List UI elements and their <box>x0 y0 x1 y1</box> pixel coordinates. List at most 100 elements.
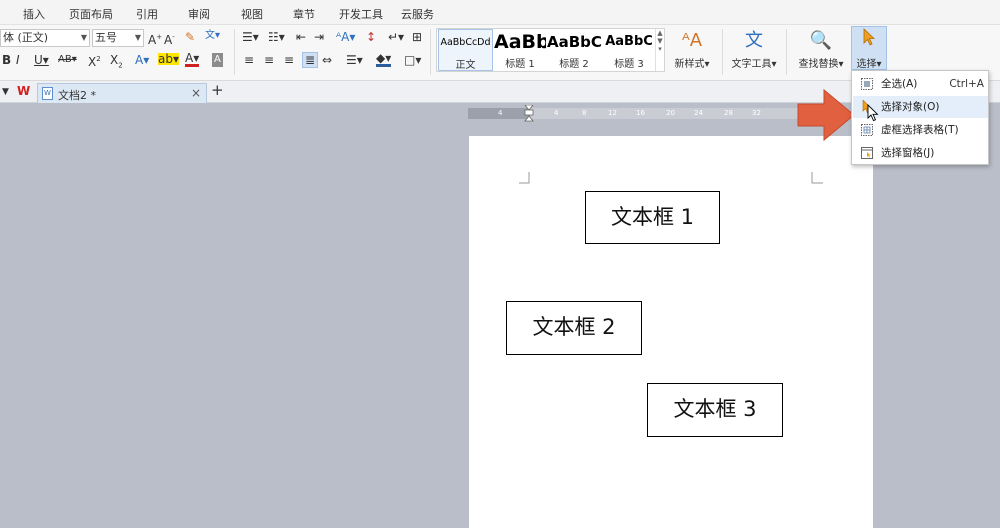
italic-icon[interactable]: I <box>16 53 20 67</box>
table-grid-icon[interactable]: ⊞ <box>412 30 422 44</box>
text-box-1-text: 文本框 1 <box>610 205 695 229</box>
style-heading-3[interactable]: AaBbC 标题 3 <box>602 29 656 71</box>
new-style-button[interactable]: ᴬA 新样式▾ <box>668 27 716 70</box>
style-label: 标题 1 <box>505 59 535 70</box>
tab-view[interactable]: 视图 <box>241 6 263 22</box>
ruler-tick: 4 <box>498 109 503 117</box>
font-size-value: 五号 <box>95 31 117 44</box>
subscript-icon[interactable]: X2 <box>110 53 123 72</box>
separator <box>786 29 787 75</box>
select-all-icon <box>861 78 873 90</box>
menu-item-shortcut: Ctrl+A <box>949 78 984 90</box>
border-icon[interactable]: □▾ <box>404 53 421 67</box>
ruler-tick: 8 <box>582 109 587 117</box>
wps-logo-icon[interactable]: W <box>17 84 30 98</box>
margin-corner-mark <box>519 172 530 184</box>
ruler-tick: 4 <box>554 109 559 117</box>
style-gallery-scroll[interactable]: ▲ ▼ ▾ <box>655 29 664 71</box>
underline-icon[interactable]: U▾ <box>34 53 49 67</box>
strikethrough-icon[interactable]: AB▾ <box>58 53 77 67</box>
numbered-list-icon[interactable]: ☷▾ <box>268 30 285 44</box>
close-icon[interactable]: × <box>191 86 201 100</box>
style-heading-1[interactable]: AaBb 标题 1 <box>494 29 546 71</box>
menu-item-label: 选择窗格(J) <box>881 147 935 159</box>
tab-cloud-service[interactable]: 云服务 <box>401 6 434 22</box>
select-label: 选择 <box>856 59 877 70</box>
style-gallery: AaBbCcDd 正文 AaBb 标题 1 AaBbC 标题 2 AaBbC 标… <box>436 28 665 72</box>
chinese-layout-icon[interactable]: ᴬA▾ <box>336 30 355 44</box>
sort-icon[interactable]: ↕ <box>366 30 376 44</box>
document-page[interactable]: 文本框 1 文本框 2 文本框 3 <box>469 136 873 528</box>
text-effect-icon[interactable]: A▾ <box>135 53 149 67</box>
tab-developer[interactable]: 开发工具 <box>339 6 383 22</box>
tab-insert[interactable]: 插入 <box>23 6 45 22</box>
menu-item-select-all[interactable]: 全选(A) Ctrl+A <box>853 73 988 95</box>
text-box-2[interactable]: 文本框 2 <box>506 301 642 355</box>
menu-item-selection-pane[interactable]: 选择窗格(J) <box>853 142 988 164</box>
superscript-icon[interactable]: X2 <box>88 52 101 69</box>
justify-icon[interactable]: ≣ <box>302 52 319 68</box>
tab-references[interactable]: 引用 <box>136 6 158 22</box>
annotation-arrow-icon <box>797 88 855 142</box>
selection-pane-icon <box>861 147 873 159</box>
menu-item-label: 选择对象(O) <box>881 101 940 113</box>
grow-font-icon[interactable]: A+ <box>148 30 162 47</box>
paragraph-shading-icon[interactable]: ◆▾ <box>376 52 392 67</box>
new-style-icon: ᴬA <box>681 30 703 51</box>
style-heading-2[interactable]: AaBbC 标题 2 <box>547 29 601 71</box>
show-marks-icon[interactable]: ↵▾ <box>388 30 404 44</box>
text-box-3[interactable]: 文本框 3 <box>647 383 783 437</box>
font-color-icon[interactable]: A▾ <box>185 52 200 67</box>
indent-marker-icon[interactable] <box>524 105 534 122</box>
text-tools-icon: 文 <box>745 30 763 51</box>
highlight-color-icon[interactable]: ab▾ <box>158 53 179 65</box>
menu-item-marquee-select-table[interactable]: 虚框选择表格(T) <box>853 119 988 141</box>
document-icon: W <box>42 87 53 100</box>
select-button[interactable]: 选择▾ <box>851 26 887 70</box>
marquee-table-icon <box>861 124 873 136</box>
font-name-value: 体 (正文) <box>3 31 49 44</box>
text-box-2-text: 文本框 2 <box>532 315 616 339</box>
text-box-1[interactable]: 文本框 1 <box>585 191 720 244</box>
decrease-indent-icon[interactable]: ⇤ <box>296 30 306 44</box>
new-style-label: 新样式 <box>674 59 705 70</box>
add-tab-icon[interactable]: + <box>211 83 224 98</box>
align-center-icon[interactable]: ≡ <box>264 53 274 67</box>
tab-section[interactable]: 章节 <box>293 6 315 22</box>
tab-review[interactable]: 审阅 <box>188 6 210 22</box>
menu-item-label: 虚框选择表格(T) <box>881 124 959 136</box>
tab-page-layout[interactable]: 页面布局 <box>69 6 113 22</box>
align-right-icon[interactable]: ≡ <box>284 53 294 67</box>
style-sample: AaBb <box>494 31 546 53</box>
style-label: 正文 <box>455 60 476 71</box>
text-tools-button[interactable]: 文 文字工具▾ <box>726 27 782 70</box>
ribbon-toolbar: 体 (正文) ▼ 五号 ▼ A+ A- ✎ 文▾ B I U▾ AB▾ X2 X… <box>0 25 1000 81</box>
font-size-combo[interactable]: 五号 ▼ <box>92 29 144 47</box>
ruler-tick: 32 <box>752 109 761 117</box>
document-tab[interactable]: W 文档2 * × <box>37 83 207 103</box>
ruler-tick: 16 <box>636 109 645 117</box>
phonetic-guide-icon[interactable]: 文▾ <box>205 29 220 43</box>
chevron-down-icon: ▼ <box>134 33 141 42</box>
shrink-font-icon[interactable]: A- <box>164 30 175 47</box>
style-label: 标题 3 <box>614 59 644 70</box>
distribute-icon[interactable]: ⇔ <box>322 53 332 67</box>
document-tab-title: 文档2 * <box>58 89 96 102</box>
align-left-icon[interactable]: ≡ <box>244 53 254 67</box>
separator <box>722 29 723 75</box>
menu-bar: 插入 页面布局 引用 审阅 视图 章节 开发工具 云服务 <box>0 0 1000 25</box>
increase-indent-icon[interactable]: ⇥ <box>314 30 324 44</box>
font-name-combo[interactable]: 体 (正文) ▼ <box>0 29 90 47</box>
find-replace-label: 查找替换 <box>798 59 839 70</box>
ruler-tick: 12 <box>608 109 617 117</box>
horizontal-ruler[interactable]: 4 4 8 12 16 20 24 28 32 <box>468 105 828 122</box>
ruler-tick: 24 <box>694 109 703 117</box>
char-shading-icon[interactable]: A <box>212 53 223 67</box>
bullet-list-icon[interactable]: ☰▾ <box>242 30 259 44</box>
bold-icon[interactable]: B <box>2 53 11 67</box>
chevron-down-icon[interactable]: ▼ <box>2 85 9 99</box>
line-spacing-icon[interactable]: ☰▾ <box>346 53 363 67</box>
clear-format-icon[interactable]: ✎ <box>185 30 195 44</box>
style-normal[interactable]: AaBbCcDd 正文 <box>438 29 493 71</box>
find-replace-button[interactable]: 🔍 查找替换▾ <box>794 27 848 70</box>
